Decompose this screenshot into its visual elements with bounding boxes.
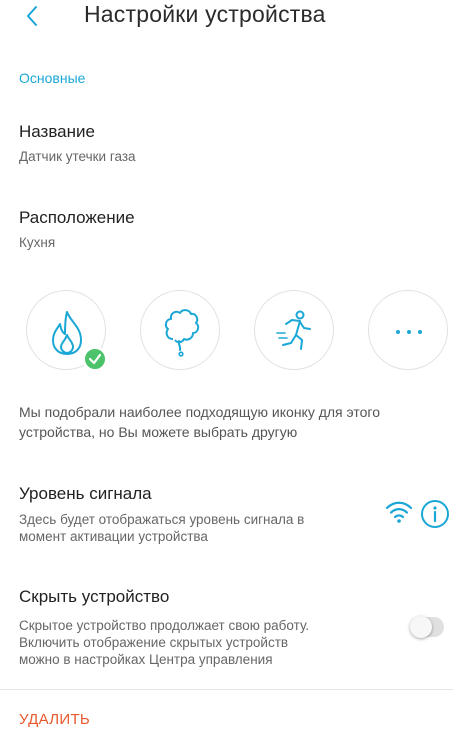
wifi-signal-icon: [384, 499, 414, 525]
location-field-title[interactable]: Расположение: [19, 208, 135, 228]
page-title: Настройки устройства: [84, 1, 326, 27]
hide-device-description-line: Включить отображение скрытых устройств: [19, 635, 289, 650]
toggle-knob: [410, 616, 432, 638]
signal-title: Уровень сигнала: [19, 484, 152, 503]
signal-info-button[interactable]: [420, 499, 450, 529]
signal-description-line: Здесь будет отображаться уровень сигнала…: [19, 512, 305, 527]
icon-option-motion[interactable]: [254, 290, 334, 370]
selected-check-badge: [83, 347, 107, 371]
info-icon: [421, 500, 449, 528]
hide-device-description-line: Скрытое устройство продолжает свою работ…: [19, 618, 310, 633]
checkmark-icon: [88, 353, 102, 365]
icon-option-smoke[interactable]: [140, 290, 220, 370]
signal-description-line: момент активации устройства: [19, 529, 208, 544]
hide-device-title: Скрыть устройство: [19, 587, 170, 606]
icon-option-flame[interactable]: [26, 290, 107, 371]
wifi-icon: [385, 501, 413, 523]
name-field-value[interactable]: Датчик утечки газа: [19, 149, 136, 164]
location-field-value[interactable]: Кухня: [19, 235, 55, 250]
section-label-basic: Основные: [19, 70, 86, 86]
header: Настройки устройства: [0, 0, 453, 34]
hide-device-description: Скрытое устройство продолжает свою работ…: [19, 617, 309, 668]
running-person-icon: [276, 310, 311, 350]
hide-device-description-line: можно в настройках Центра управления: [19, 652, 273, 667]
icon-hint-text: Мы подобрали наиболее подходящую иконку …: [19, 404, 380, 440]
divider: [0, 689, 453, 690]
hide-device-toggle[interactable]: [410, 616, 444, 638]
name-field-title[interactable]: Название: [19, 122, 95, 142]
smoke-icon: [164, 309, 200, 357]
icon-option-more[interactable]: [368, 290, 448, 370]
back-button[interactable]: [22, 2, 44, 30]
chevron-left-icon: [27, 6, 37, 26]
signal-description: Здесь будет отображаться уровень сигнала…: [19, 511, 304, 545]
delete-button[interactable]: УДАЛИТЬ: [19, 711, 90, 728]
icon-picker: [0, 290, 453, 375]
more-dots-icon: [396, 330, 422, 334]
